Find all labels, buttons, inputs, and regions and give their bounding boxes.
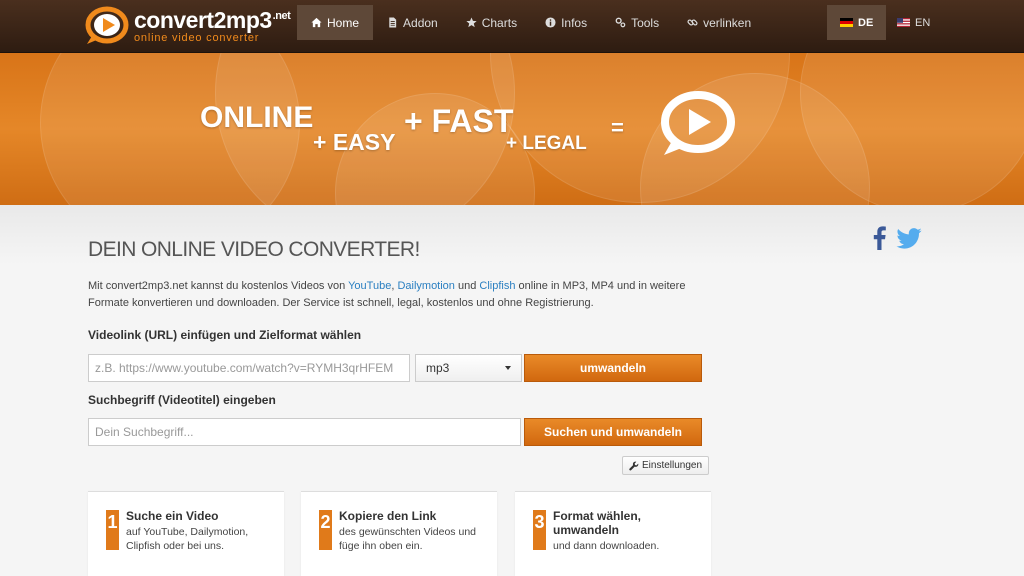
twitter-share-button[interactable] — [894, 224, 924, 252]
site-logo[interactable]: convert2mp3.net online video converter — [82, 4, 291, 48]
lang-en-label: EN — [915, 16, 931, 29]
intro-sep2: und — [454, 280, 480, 292]
format-selected-value: mp3 — [426, 361, 450, 375]
us-flag-icon — [897, 18, 910, 27]
tools-icon — [615, 17, 626, 28]
nav-item-verlinken[interactable]: verlinken — [673, 5, 765, 40]
search-convert-button[interactable]: Suchen und umwandeln — [524, 418, 702, 446]
logo-play-icon — [85, 6, 129, 44]
hero-word-online: ONLINE — [200, 101, 314, 134]
settings-button[interactable]: Einstellungen — [622, 456, 710, 475]
home-icon — [311, 17, 322, 28]
lang-en-button[interactable]: EN — [884, 5, 943, 40]
step-title: Kopiere den Link — [339, 509, 437, 523]
video-url-input[interactable]: z.B. https://www.youtube.com/watch?v=RYM… — [88, 354, 410, 382]
nav-item-infos[interactable]: Infos — [531, 5, 601, 40]
nav-item-tools[interactable]: Tools — [601, 5, 673, 40]
chevron-down-icon — [505, 366, 511, 370]
brand-tagline: online video converter — [134, 31, 260, 44]
intro-text: Mit convert2mp3.net kannst du kostenlos … — [88, 278, 688, 312]
step-number: 1 — [106, 510, 119, 550]
url-label: Videolink (URL) einfügen und Zielformat … — [88, 328, 362, 342]
nav-item-addon[interactable]: Addon — [373, 5, 452, 40]
step-card-2: 2 Kopiere den Link des gewünschten Video… — [301, 491, 497, 576]
step-number: 3 — [533, 510, 546, 550]
nav-label-home: Home — [327, 15, 360, 30]
brand-tld: .net — [272, 9, 291, 22]
convert-button[interactable]: umwandeln — [524, 354, 702, 382]
star-icon — [466, 17, 477, 28]
format-select[interactable]: mp3 — [415, 354, 522, 382]
settings-label: Einstellungen — [642, 460, 703, 471]
social-buttons — [864, 224, 924, 252]
brand-name: convert2mp3 — [134, 6, 272, 33]
step-card-1: 1 Suche ein Video auf YouTube, Dailymoti… — [88, 491, 284, 576]
hero-play-logo-icon — [661, 91, 735, 155]
dailymotion-link[interactable]: Dailymotion — [397, 280, 454, 292]
nav-label-verlinken: verlinken — [703, 15, 752, 30]
step-card-3: 3 Format wählen, umwandeln und dann down… — [515, 491, 711, 576]
lang-de-button[interactable]: DE — [827, 5, 887, 40]
link-icon — [687, 19, 698, 26]
search-input[interactable]: Dein Suchbegriff... — [88, 418, 521, 446]
main-content: DEIN ONLINE VIDEO CONVERTER! Mit convert… — [0, 205, 1024, 576]
step-description: auf YouTube, Dailymotion, Clipfish oder … — [126, 526, 249, 552]
nav-label-tools: Tools — [631, 15, 660, 30]
hero-equals: = — [611, 115, 624, 140]
hero-banner: ONLINE + EASY + FAST + LEGAL = — [0, 53, 1024, 205]
wrench-icon — [629, 461, 639, 470]
document-icon — [389, 17, 397, 28]
step-description: und dann downloaden. — [553, 540, 660, 552]
youtube-link[interactable]: YouTube — [348, 280, 391, 292]
nav-label-infos: Infos — [561, 15, 588, 30]
top-navbar: convert2mp3.net online video converter H… — [0, 0, 1024, 53]
info-icon — [545, 17, 556, 28]
hero-word-legal: + LEGAL — [506, 133, 587, 154]
nav-item-home[interactable]: Home — [297, 5, 374, 40]
step-number: 2 — [319, 510, 332, 550]
twitter-icon — [896, 227, 922, 249]
intro-part1: Mit convert2mp3.net kannst du kostenlos … — [88, 280, 349, 292]
step-title: Format wählen, umwandeln — [553, 509, 642, 537]
hero-word-easy: + EASY — [313, 129, 396, 155]
nav-item-charts[interactable]: Charts — [452, 5, 531, 40]
facebook-icon — [873, 226, 886, 250]
nav-label-addon: Addon — [403, 15, 438, 30]
hero-word-fast: + FAST — [404, 103, 514, 139]
nav-label-charts: Charts — [481, 15, 518, 30]
lang-de-label: DE — [858, 16, 874, 29]
facebook-share-button[interactable] — [864, 224, 894, 252]
main-nav: Home Addon Charts Infos Tools verlinken — [297, 5, 765, 40]
german-flag-icon — [840, 18, 853, 27]
search-label: Suchbegriff (Videotitel) eingeben — [88, 393, 276, 407]
clipfish-link[interactable]: Clipfish — [479, 280, 515, 292]
step-title: Suche ein Video — [126, 509, 219, 523]
page-title: DEIN ONLINE VIDEO CONVERTER! — [88, 238, 420, 261]
step-description: des gewünschten Videos und füge ihn oben… — [339, 526, 476, 552]
